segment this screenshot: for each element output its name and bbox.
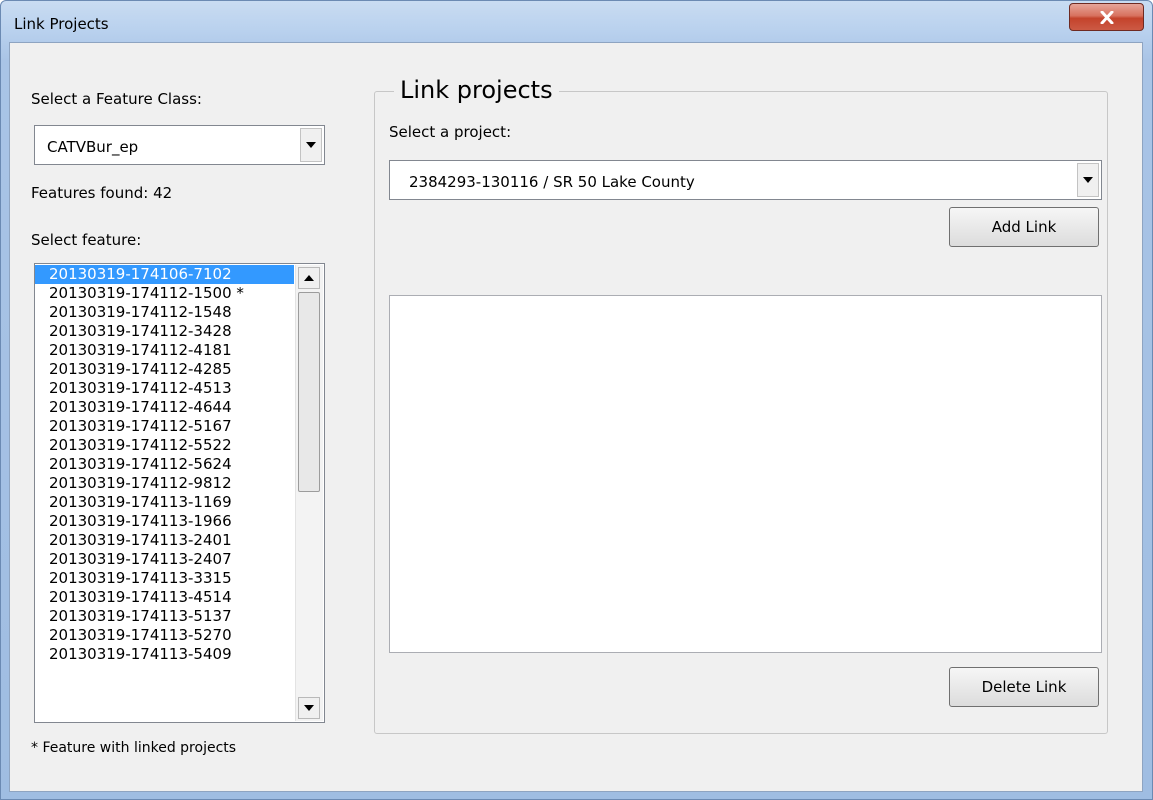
arrow-up-icon <box>304 275 314 281</box>
list-item[interactable]: 20130319-174112-4513 <box>35 379 294 398</box>
list-item[interactable]: 20130319-174112-4181 <box>35 341 294 360</box>
project-value: 2384293-130116 / SR 50 Lake County <box>409 173 695 191</box>
list-item[interactable]: 20130319-174112-5167 <box>35 417 294 436</box>
add-link-button[interactable]: Add Link <box>949 207 1099 247</box>
list-item[interactable]: 20130319-174113-5409 <box>35 645 294 664</box>
list-item[interactable]: 20130319-174113-5137 <box>35 607 294 626</box>
linked-footnote: * Feature with linked projects <box>31 740 237 756</box>
scroll-up-button[interactable] <box>298 267 320 289</box>
select-feature-label: Select feature: <box>31 231 142 249</box>
list-item[interactable]: 20130319-174112-4285 <box>35 360 294 379</box>
dialog-window: Link Projects Select a Feature Class: CA… <box>0 0 1153 800</box>
feature-listbox[interactable]: 20130319-174106-7102 20130319-174112-1500… <box>34 263 325 723</box>
list-item[interactable]: 20130319-174113-2407 <box>35 550 294 569</box>
feature-class-label: Select a Feature Class: <box>31 90 202 108</box>
feature-class-dropdown-button[interactable] <box>300 128 322 162</box>
scroll-down-button[interactable] <box>298 697 320 719</box>
close-icon <box>1100 10 1113 24</box>
list-item[interactable]: 20130319-174106-7102 <box>35 265 294 284</box>
link-projects-legend: Link projects <box>394 76 559 104</box>
delete-link-button[interactable]: Delete Link <box>949 667 1099 707</box>
window-title: Link Projects <box>14 15 109 33</box>
list-item[interactable]: 20130319-174112-1500 * <box>35 284 294 303</box>
feature-class-value: CATVBur_ep <box>47 138 139 156</box>
close-button[interactable] <box>1069 3 1144 31</box>
list-item[interactable]: 20130319-174112-4644 <box>35 398 294 417</box>
title-bar: Link Projects <box>1 1 1152 43</box>
list-item[interactable]: 20130319-174113-4514 <box>35 588 294 607</box>
chevron-down-icon <box>306 142 316 148</box>
list-item[interactable]: 20130319-174112-3428 <box>35 322 294 341</box>
list-item[interactable]: 20130319-174113-1169 <box>35 493 294 512</box>
scroll-thumb[interactable] <box>298 292 320 492</box>
features-found-text: Features found: 42 <box>31 184 173 202</box>
select-project-label: Select a project: <box>389 123 512 141</box>
list-item[interactable]: 20130319-174112-1548 <box>35 303 294 322</box>
project-combobox[interactable]: 2384293-130116 / SR 50 Lake County <box>389 160 1102 200</box>
list-item[interactable]: 20130319-174113-2401 <box>35 531 294 550</box>
project-dropdown-button[interactable] <box>1077 163 1099 197</box>
arrow-down-icon <box>304 705 314 711</box>
list-item[interactable]: 20130319-174113-1966 <box>35 512 294 531</box>
feature-list-scrollbar[interactable] <box>295 265 323 721</box>
list-item[interactable]: 20130319-174112-9812 <box>35 474 294 493</box>
list-item[interactable]: 20130319-174113-3315 <box>35 569 294 588</box>
linked-projects-box[interactable] <box>389 295 1102 653</box>
list-item[interactable]: 20130319-174113-5270 <box>35 626 294 645</box>
chevron-down-icon <box>1083 177 1093 183</box>
feature-class-combobox[interactable]: CATVBur_ep <box>34 125 325 165</box>
dialog-client-area: Select a Feature Class: CATVBur_ep Featu… <box>9 42 1143 792</box>
list-item[interactable]: 20130319-174112-5522 <box>35 436 294 455</box>
list-item[interactable]: 20130319-174112-5624 <box>35 455 294 474</box>
feature-list: 20130319-174106-7102 20130319-174112-1500… <box>35 265 294 664</box>
